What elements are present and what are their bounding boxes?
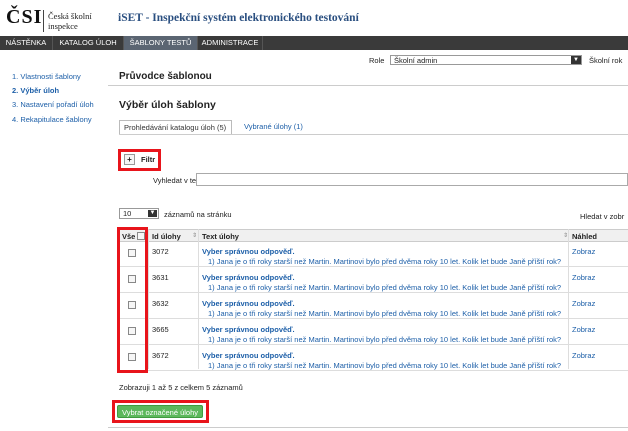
filter-label: Filtr	[141, 155, 156, 164]
divider	[108, 427, 628, 428]
header-task-id[interactable]: Id úlohy	[152, 232, 181, 241]
table-info: Zobrazuji 1 až 5 z celkem 5 záznamů	[119, 383, 243, 392]
row-divider	[119, 344, 628, 345]
preview-link[interactable]: Zobraz	[572, 351, 595, 360]
task-text[interactable]: 1) Jana je o tři roky starší než Martin.…	[208, 335, 561, 344]
nav-administrace[interactable]: ADMINISTRACE	[198, 36, 263, 50]
role-label: Role	[369, 56, 385, 65]
task-title[interactable]: Vyber správnou odpověď.	[202, 273, 295, 282]
preview-link[interactable]: Zobraz	[572, 247, 595, 256]
search-input[interactable]	[196, 173, 628, 186]
column-divider	[148, 229, 149, 369]
role-select[interactable]: Školní admin ▼	[390, 55, 582, 65]
tab-selected-tasks[interactable]: Vybrané úlohy (1)	[240, 120, 310, 134]
preview-link[interactable]: Zobraz	[572, 325, 595, 334]
column-divider	[198, 229, 199, 369]
page-length-value: 10	[123, 209, 132, 218]
header-preview: Náhled	[572, 232, 598, 241]
tab-underline	[119, 134, 628, 135]
row-divider	[119, 266, 628, 267]
filter-toggle[interactable]: + Filtr	[124, 154, 156, 166]
section-title: Výběr úloh šablony	[119, 99, 216, 111]
row-divider	[119, 292, 628, 293]
row-divider	[119, 370, 628, 371]
find-label: Hledat v zobr	[580, 212, 625, 221]
task-title[interactable]: Vyber správnou odpověď.	[202, 299, 295, 308]
page-length-select[interactable]: 10 ▼	[119, 208, 159, 219]
logo-text: Česká školní inspekce	[48, 11, 92, 31]
sidebar-item-vyber-uloh[interactable]: 2. Výběr úloh	[12, 86, 59, 95]
sidebar-item-vlastnosti[interactable]: 1. Vlastnosti šablony	[12, 72, 81, 81]
task-title[interactable]: Vyber správnou odpověď.	[202, 247, 295, 256]
header-task-text[interactable]: Text úlohy	[202, 232, 239, 241]
task-title[interactable]: Vyber správnou odpověď.	[202, 351, 295, 360]
task-id: 3631	[152, 273, 169, 282]
preview-link[interactable]: Zobraz	[572, 299, 595, 308]
sort-icon: ⇕	[192, 233, 198, 239]
task-text[interactable]: 1) Jana je o tři roky starší než Martin.…	[208, 361, 561, 370]
nav-sablony-testu[interactable]: ŠABLONY TESTŮ	[124, 36, 198, 50]
preview-link[interactable]: Zobraz	[572, 273, 595, 282]
nav-katalog-uloh[interactable]: KATALOG ÚLOH	[53, 36, 124, 50]
checkbox-column-highlight	[117, 227, 148, 373]
app-title: iSET - Inspekční systém elektronického t…	[118, 12, 359, 24]
main-nav: NÁSTĚNKA KATALOG ÚLOH ŠABLONY TESTŮ ADMI…	[0, 36, 628, 50]
task-id: 3072	[152, 247, 169, 256]
chevron-down-icon: ▼	[148, 210, 157, 217]
task-text[interactable]: 1) Jana je o tři roky starší než Martin.…	[208, 257, 561, 266]
logo-mark: ČSI	[6, 6, 43, 28]
role-value: Školní admin	[394, 56, 438, 65]
logo-divider	[43, 10, 44, 32]
select-marked-tasks-button[interactable]: Vybrat označené úlohy	[117, 405, 203, 418]
plus-icon: +	[124, 154, 135, 165]
task-title[interactable]: Vyber správnou odpověď.	[202, 325, 295, 334]
row-divider	[119, 318, 628, 319]
divider	[108, 85, 628, 86]
sidebar-item-rekapitulace[interactable]: 4. Rekapitulace šablony	[12, 115, 92, 124]
sidebar-item-poradi[interactable]: 3. Nastavení pořadí úloh	[12, 100, 94, 109]
task-text[interactable]: 1) Jana je o tři roky starší než Martin.…	[208, 309, 561, 318]
csi-logo: ČSI Česká školní inspekce	[6, 6, 106, 34]
task-text[interactable]: 1) Jana je o tři roky starší než Martin.…	[208, 283, 561, 292]
task-id: 3672	[152, 351, 169, 360]
page-length-label: záznamů na stránku	[164, 210, 232, 219]
tab-catalog-search[interactable]: Prohledávání katalogu úloh (5)	[119, 120, 232, 134]
page-title: Průvodce šablonou	[119, 71, 212, 82]
school-year-label: Školní rok	[589, 56, 623, 65]
task-id: 3665	[152, 325, 169, 334]
column-divider	[568, 229, 569, 369]
task-id: 3632	[152, 299, 169, 308]
nav-nastenka[interactable]: NÁSTĚNKA	[0, 36, 53, 50]
chevron-down-icon: ▼	[571, 56, 581, 64]
